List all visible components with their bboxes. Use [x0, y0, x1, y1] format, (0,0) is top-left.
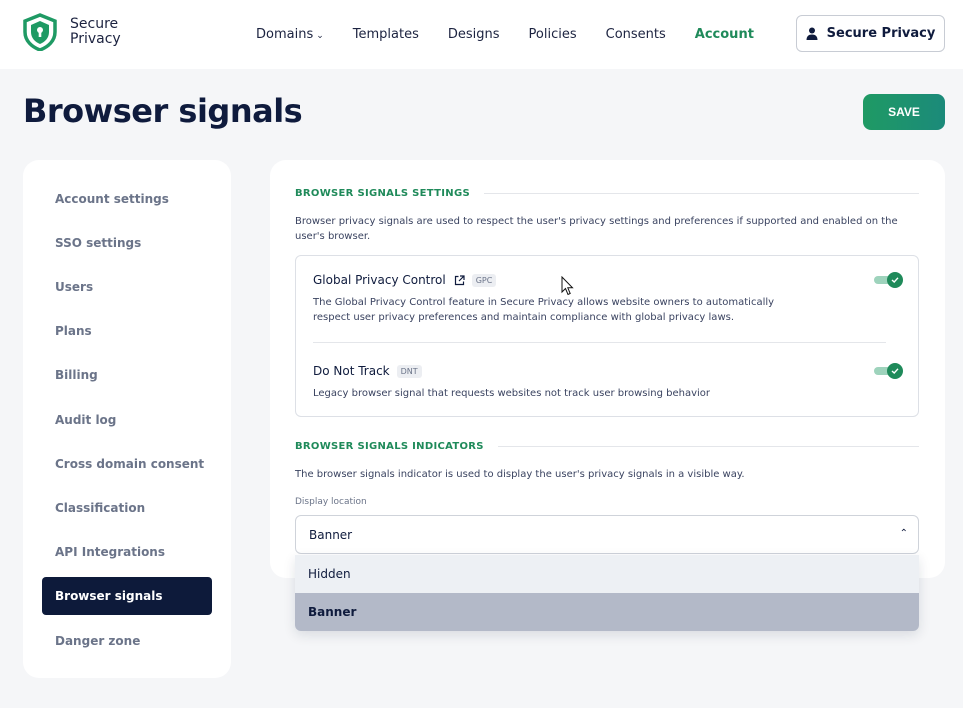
nav-item-templates[interactable]: Templates: [353, 27, 419, 42]
save-button[interactable]: SAVE: [863, 94, 945, 130]
select-value: Banner: [309, 527, 353, 542]
sidebar-item-billing[interactable]: Billing: [42, 356, 212, 394]
sidebar-item-plans[interactable]: Plans: [42, 312, 212, 350]
display-location-select[interactable]: Banner ⌃: [295, 515, 919, 554]
option-hidden[interactable]: Hidden: [295, 555, 919, 593]
brand-name: Secure Privacy: [70, 17, 121, 47]
signal-title-text: Do Not Track: [313, 364, 390, 378]
toggle-knob: [887, 363, 903, 379]
nav-item-label: Domains: [256, 27, 314, 42]
indicators-heading-text: BROWSER SIGNALS INDICATORS: [295, 441, 484, 452]
sidebar-item-sso-settings[interactable]: SSO settings: [42, 224, 212, 262]
heading-divider: [497, 446, 919, 447]
external-link-icon[interactable]: [454, 274, 465, 286]
top-navigation-bar: Secure Privacy Domains ⌄ Templates Design…: [0, 0, 963, 69]
sidebar-item-classification[interactable]: Classification: [42, 489, 212, 527]
sidebar-item-users[interactable]: Users: [42, 268, 212, 306]
sidebar-item-browser-signals[interactable]: Browser signals: [42, 577, 212, 615]
signal-title-dnt: Do Not Track DNT: [313, 364, 422, 378]
display-location-label: Display location: [295, 497, 367, 507]
sidebar-item-account-settings[interactable]: Account settings: [42, 180, 212, 218]
display-location-options: Hidden Banner: [295, 555, 919, 631]
signal-title-text: Global Privacy Control: [313, 273, 446, 287]
signal-description-dnt: Legacy browser signal that requests webs…: [313, 388, 711, 399]
indicators-description: The browser signals indicator is used to…: [295, 469, 745, 480]
signals-list: Global Privacy Control GPC The Global Pr…: [295, 255, 919, 417]
chevron-up-icon: ⌃: [899, 528, 908, 539]
dnt-toggle[interactable]: [874, 363, 904, 379]
heading-divider: [483, 193, 919, 194]
brand-line-1: Secure: [70, 16, 119, 32]
page-title: Browser signals: [23, 92, 303, 130]
option-banner[interactable]: Banner: [295, 593, 919, 631]
settings-sidebar: Account settings SSO settings Users Plan…: [23, 160, 231, 678]
account-button[interactable]: Secure Privacy: [796, 15, 945, 52]
nav-item-consents[interactable]: Consents: [606, 27, 666, 42]
settings-section-heading: BROWSER SIGNALS SETTINGS: [295, 188, 919, 199]
mouse-cursor-icon: [561, 276, 574, 296]
signal-badge: DNT: [396, 364, 422, 378]
gpc-toggle[interactable]: [874, 272, 904, 288]
indicators-section-heading: BROWSER SIGNALS INDICATORS: [295, 441, 919, 452]
signal-badge: GPC: [471, 273, 497, 287]
sidebar-item-audit-log[interactable]: Audit log: [42, 401, 212, 439]
browser-signals-card: BROWSER SIGNALS SETTINGS Browser privacy…: [270, 160, 945, 578]
toggle-knob: [887, 272, 903, 288]
signals-divider: [313, 342, 886, 343]
settings-heading-text: BROWSER SIGNALS SETTINGS: [295, 188, 470, 199]
check-icon: [891, 368, 899, 374]
nav-item-account[interactable]: Account: [695, 27, 754, 42]
brand-logo[interactable]: Secure Privacy: [22, 13, 121, 51]
account-button-label: Secure Privacy: [826, 26, 936, 41]
sidebar-item-api-integrations[interactable]: API Integrations: [42, 533, 212, 571]
shield-lock-icon: [23, 13, 57, 51]
user-icon: [806, 27, 818, 40]
chevron-down-icon: ⌄: [316, 31, 324, 41]
nav-item-designs[interactable]: Designs: [448, 27, 500, 42]
brand-line-2: Privacy: [70, 31, 121, 47]
signal-title-gpc: Global Privacy Control GPC: [313, 273, 497, 287]
sidebar-item-danger-zone[interactable]: Danger zone: [42, 622, 212, 660]
nav-item-domains[interactable]: Domains ⌄: [256, 27, 324, 42]
sidebar-item-cross-domain-consent[interactable]: Cross domain consent: [42, 445, 212, 483]
signal-description-gpc: The Global Privacy Control feature in Se…: [313, 297, 775, 323]
nav-item-policies[interactable]: Policies: [529, 27, 577, 42]
check-icon: [891, 277, 899, 283]
settings-description: Browser privacy signals are used to resp…: [295, 216, 898, 242]
main-nav: Domains ⌄ Templates Designs Policies Cons…: [256, 27, 783, 42]
